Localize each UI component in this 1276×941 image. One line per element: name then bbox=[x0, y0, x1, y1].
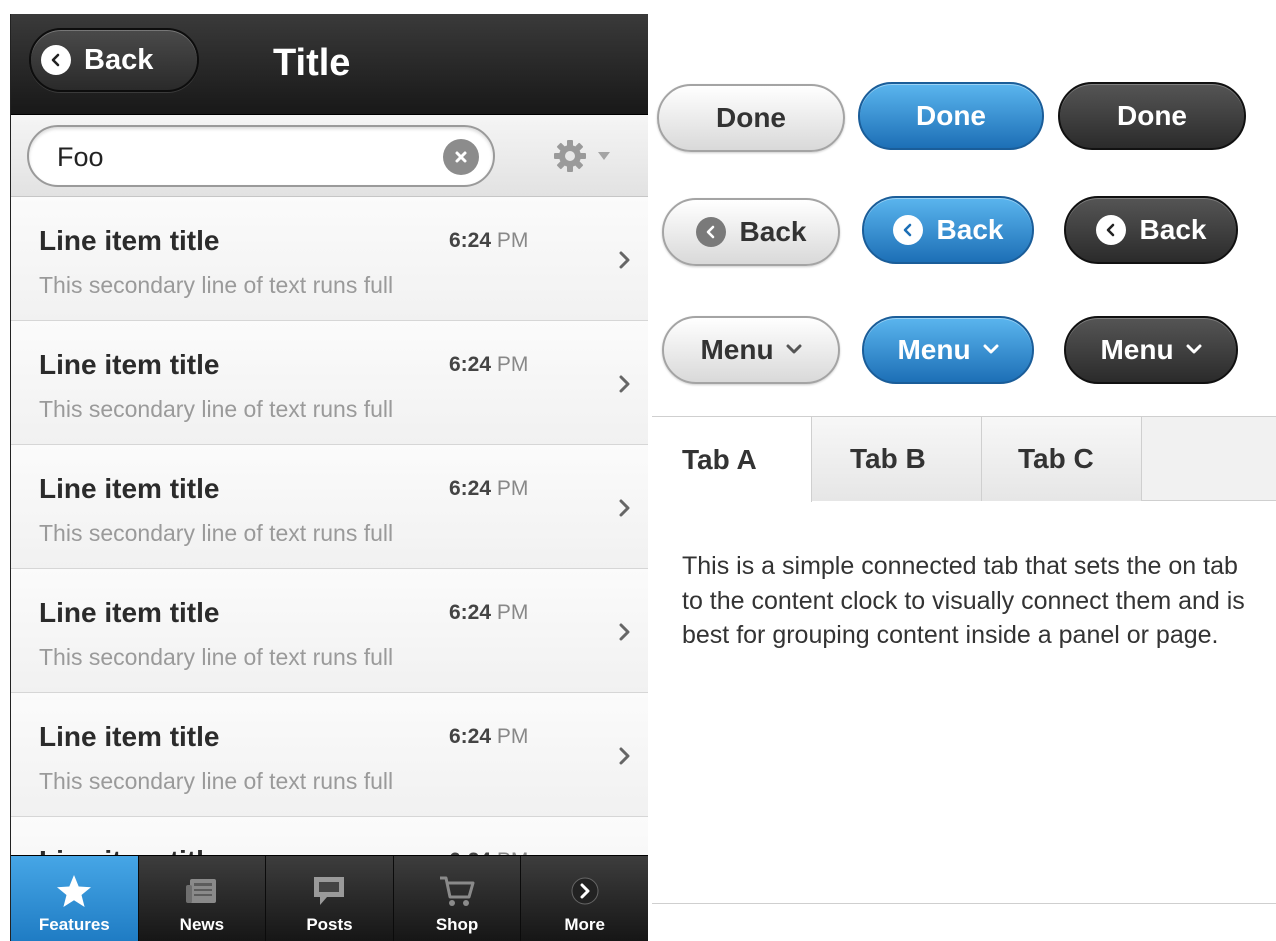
settings-dropdown-button[interactable] bbox=[551, 135, 621, 177]
gear-icon bbox=[554, 140, 586, 172]
chevron-right-icon bbox=[619, 375, 630, 393]
back-button-blue[interactable]: Back bbox=[862, 196, 1034, 264]
chevron-right-icon bbox=[619, 251, 630, 269]
list-item[interactable]: Line item title This secondary line of te… bbox=[11, 569, 648, 693]
menu-button-dark[interactable]: Menu bbox=[1064, 316, 1238, 384]
list-item-time: 6:24 PM bbox=[449, 725, 528, 749]
caret-down-icon bbox=[598, 152, 610, 160]
header-bar: Back Title bbox=[11, 14, 648, 115]
time-ampm: PM bbox=[491, 229, 529, 252]
tabbar-label: News bbox=[179, 915, 225, 934]
chevron-left-icon bbox=[695, 217, 726, 247]
list-item[interactable]: Line item title This secondary line of te… bbox=[11, 445, 648, 569]
list-item-time: 6:24 PM bbox=[449, 353, 528, 377]
chevron-right-circle-icon bbox=[571, 877, 599, 905]
button-label: Done bbox=[916, 100, 986, 131]
cart-icon bbox=[440, 876, 475, 906]
tabbar-item-posts[interactable]: Posts bbox=[266, 856, 394, 941]
line-item-list: Line item title This secondary line of te… bbox=[11, 197, 648, 941]
list-item-subtitle: This secondary line of text runs full bbox=[39, 768, 394, 794]
list-item-title: Line item title bbox=[39, 721, 220, 752]
tab-b[interactable]: Tab B bbox=[812, 417, 982, 501]
chevron-left-icon bbox=[892, 215, 923, 245]
tabbar-item-news[interactable]: News bbox=[139, 856, 267, 941]
button-label: Menu bbox=[700, 334, 774, 365]
list-item[interactable]: Line item title This secondary line of te… bbox=[11, 693, 648, 817]
time-value: 6:24 bbox=[449, 353, 492, 376]
time-value: 6:24 bbox=[449, 601, 492, 624]
button-label: Back bbox=[739, 216, 807, 247]
time-ampm: PM bbox=[491, 477, 529, 500]
list-item-title: Line item title bbox=[39, 349, 220, 380]
tab-a[interactable]: Tab A bbox=[652, 417, 812, 502]
button-label: Menu bbox=[897, 334, 971, 365]
list-item[interactable]: Line item title This secondary line of te… bbox=[11, 321, 648, 445]
list-item-subtitle: This secondary line of text runs full bbox=[39, 644, 394, 670]
list-item-subtitle: This secondary line of text runs full bbox=[39, 272, 394, 298]
back-button-light[interactable]: Back bbox=[662, 198, 840, 266]
list-item-subtitle: This secondary line of text runs full bbox=[39, 520, 394, 546]
clear-search-icon[interactable] bbox=[443, 139, 479, 175]
tabbar-label: More bbox=[564, 915, 605, 934]
tabbar-label: Features bbox=[38, 915, 110, 934]
search-field[interactable] bbox=[27, 125, 495, 187]
chevron-left-icon bbox=[41, 45, 71, 75]
search-input[interactable] bbox=[57, 139, 427, 175]
tabbar-item-more[interactable]: More bbox=[521, 856, 648, 941]
header-back-label: Back bbox=[84, 43, 154, 76]
tabbar-item-shop[interactable]: Shop bbox=[394, 856, 522, 941]
tabs-panel: Tab A Tab B Tab C This is a simple conne… bbox=[652, 416, 1276, 904]
time-ampm: PM bbox=[491, 601, 529, 624]
done-button-light[interactable]: Done bbox=[657, 84, 845, 152]
tab-c[interactable]: Tab C bbox=[982, 417, 1142, 501]
speech-bubble-icon bbox=[314, 877, 345, 905]
list-item-time: 6:24 PM bbox=[449, 477, 528, 501]
time-ampm: PM bbox=[491, 353, 529, 376]
search-bar bbox=[11, 115, 648, 197]
chevron-down-icon bbox=[786, 344, 802, 354]
list-item-subtitle: This secondary line of text runs full bbox=[39, 396, 394, 422]
list-item-time: 6:24 PM bbox=[449, 601, 528, 625]
button-label: Back bbox=[1139, 214, 1207, 245]
tab-bar: Features News Posts Shop More bbox=[11, 855, 648, 941]
newspaper-icon bbox=[185, 879, 216, 903]
chevron-right-icon bbox=[619, 499, 630, 517]
time-value: 6:24 bbox=[449, 477, 492, 500]
menu-button-blue[interactable]: Menu bbox=[862, 316, 1034, 384]
tab-strip: Tab A Tab B Tab C bbox=[652, 417, 1276, 502]
page-title: Title bbox=[273, 42, 351, 84]
back-button-dark[interactable]: Back bbox=[1064, 196, 1238, 264]
chevron-left-icon bbox=[1095, 215, 1126, 245]
done-button-dark[interactable]: Done bbox=[1058, 82, 1246, 150]
button-label: Done bbox=[716, 102, 786, 133]
list-item-title: Line item title bbox=[39, 473, 220, 504]
button-label: Menu bbox=[1100, 334, 1174, 365]
phone-panel: Back Title Foo Line item title This seco… bbox=[10, 14, 648, 941]
tab-content: This is a simple connected tab that sets… bbox=[682, 552, 1245, 649]
list-item-title: Line item title bbox=[39, 225, 220, 256]
button-label: Done bbox=[1117, 100, 1187, 131]
done-button-blue[interactable]: Done bbox=[858, 82, 1044, 150]
time-value: 6:24 bbox=[449, 725, 492, 748]
tabbar-label: Shop bbox=[435, 915, 479, 934]
star-icon bbox=[57, 875, 92, 907]
tabbar-item-features[interactable]: Features bbox=[11, 856, 139, 941]
header-back-button[interactable]: Back bbox=[29, 28, 199, 92]
button-label: Back bbox=[936, 214, 1004, 245]
chevron-right-icon bbox=[619, 747, 630, 765]
chevron-right-icon bbox=[619, 623, 630, 641]
time-ampm: PM bbox=[491, 725, 529, 748]
chevron-down-icon bbox=[983, 344, 999, 354]
time-value: 6:24 bbox=[449, 229, 492, 252]
menu-button-light[interactable]: Menu bbox=[662, 316, 840, 384]
list-item-time: 6:24 PM bbox=[449, 229, 528, 253]
list-item-title: Line item title bbox=[39, 597, 220, 628]
tabbar-label: Posts bbox=[306, 915, 353, 934]
chevron-down-icon bbox=[1186, 344, 1202, 354]
list-item[interactable]: Line item title This secondary line of te… bbox=[11, 197, 648, 321]
